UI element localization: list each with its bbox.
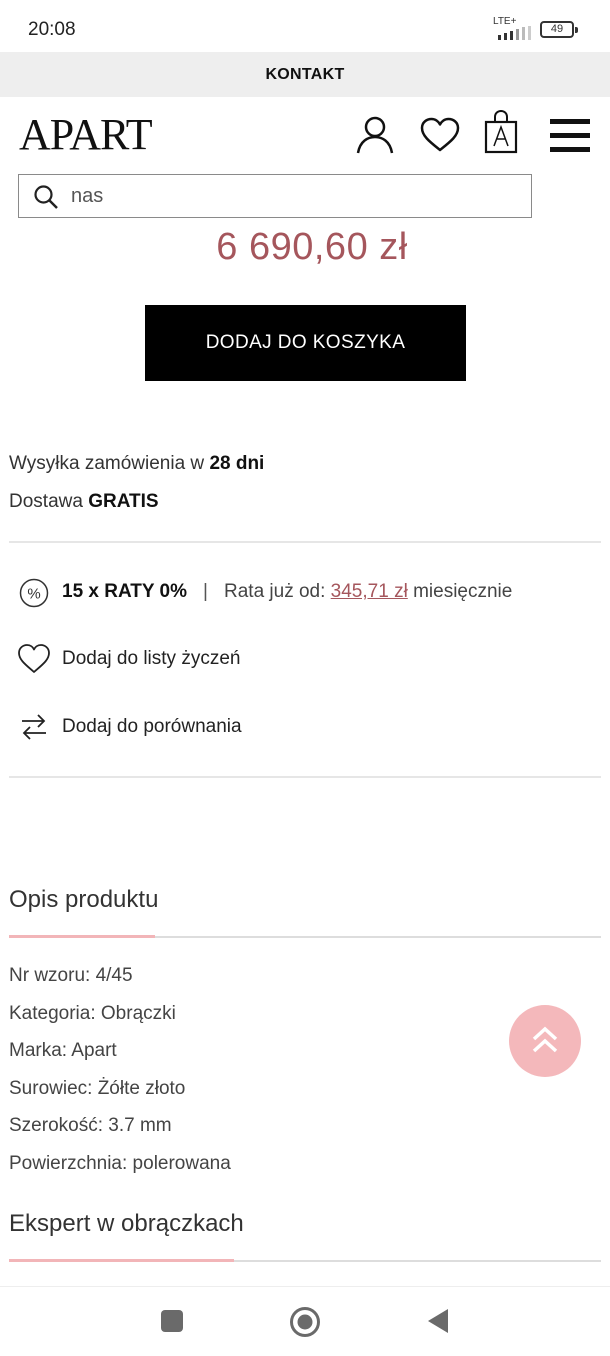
recent-apps-icon[interactable]	[161, 1310, 183, 1332]
home-icon[interactable]	[289, 1306, 321, 1338]
divider	[9, 776, 601, 778]
shopping-bag-icon[interactable]	[484, 110, 518, 154]
heart-icon	[18, 644, 50, 673]
compare-arrows-icon	[22, 714, 46, 740]
contact-link[interactable]: KONTAKT	[0, 52, 610, 97]
delivery-cost: Dostawa GRATIS	[9, 491, 159, 513]
wishlist-heart-icon[interactable]	[420, 117, 460, 153]
section-accent-underline	[9, 1259, 234, 1262]
installments-separator: |	[203, 581, 208, 602]
search-box[interactable]	[18, 174, 532, 218]
installments-info: Rata już od: 345,71 zł miesięcznie	[224, 581, 512, 603]
back-icon[interactable]	[426, 1308, 450, 1334]
battery-icon: 49	[540, 21, 578, 38]
add-to-compare-label: Dodaj do porównania	[62, 716, 242, 737]
hamburger-menu-icon[interactable]	[550, 118, 590, 154]
system-navigation-bar	[0, 1286, 610, 1356]
shipping-time: Wysyłka zamówienia w 28 dni	[9, 453, 264, 475]
double-chevron-up-icon	[532, 1026, 558, 1053]
spec-brand: Marka: Apart	[9, 1040, 117, 1061]
search-input[interactable]	[71, 181, 511, 211]
spec-surface: Powierzchnia: polerowana	[9, 1153, 231, 1174]
description-title[interactable]: Opis produktu	[9, 886, 158, 914]
status-bar: 20:08 LTE+ 49	[0, 0, 610, 52]
divider	[9, 541, 601, 543]
percent-icon: %	[19, 578, 49, 608]
add-to-wishlist-label: Dodaj do listy życzeń	[62, 648, 241, 669]
installments-suffix: miesięcznie	[407, 581, 513, 602]
user-account-icon[interactable]	[355, 115, 395, 155]
status-time: 20:08	[28, 19, 76, 40]
add-to-cart-button[interactable]: DODAJ DO KOSZYKA	[145, 305, 466, 381]
expert-title[interactable]: Ekspert w obrączkach	[9, 1210, 244, 1238]
scroll-to-top-button[interactable]	[509, 1005, 581, 1077]
add-to-wishlist[interactable]: Dodaj do listy życzeń	[18, 643, 418, 677]
signal-icon	[498, 26, 531, 40]
delivery-cost-label: Dostawa	[9, 491, 89, 512]
spec-material: Surowiec: Żółte złoto	[9, 1078, 186, 1099]
section-accent-underline	[9, 935, 155, 938]
spec-pattern-number: Nr wzoru: 4/45	[9, 965, 133, 986]
shipping-time-value: 28 dni	[209, 453, 265, 474]
installments-title: 15 x RATY 0%	[62, 581, 187, 602]
delivery-cost-value: GRATIS	[88, 491, 159, 512]
svg-text:%: %	[27, 586, 40, 603]
installments-amount-link[interactable]: 345,71 zł	[331, 581, 408, 602]
installments-prefix: Rata już od:	[224, 581, 331, 602]
search-icon[interactable]	[33, 184, 59, 210]
spec-category: Kategoria: Obrączki	[9, 1003, 176, 1024]
spec-width: Szerokość: 3.7 mm	[9, 1115, 172, 1136]
shipping-time-label: Wysyłka zamówienia w	[9, 453, 210, 474]
apart-logo[interactable]: APART	[19, 110, 187, 160]
product-price: 6 690,60 zł	[216, 226, 408, 268]
add-to-compare[interactable]: Dodaj do porównania	[18, 711, 418, 745]
